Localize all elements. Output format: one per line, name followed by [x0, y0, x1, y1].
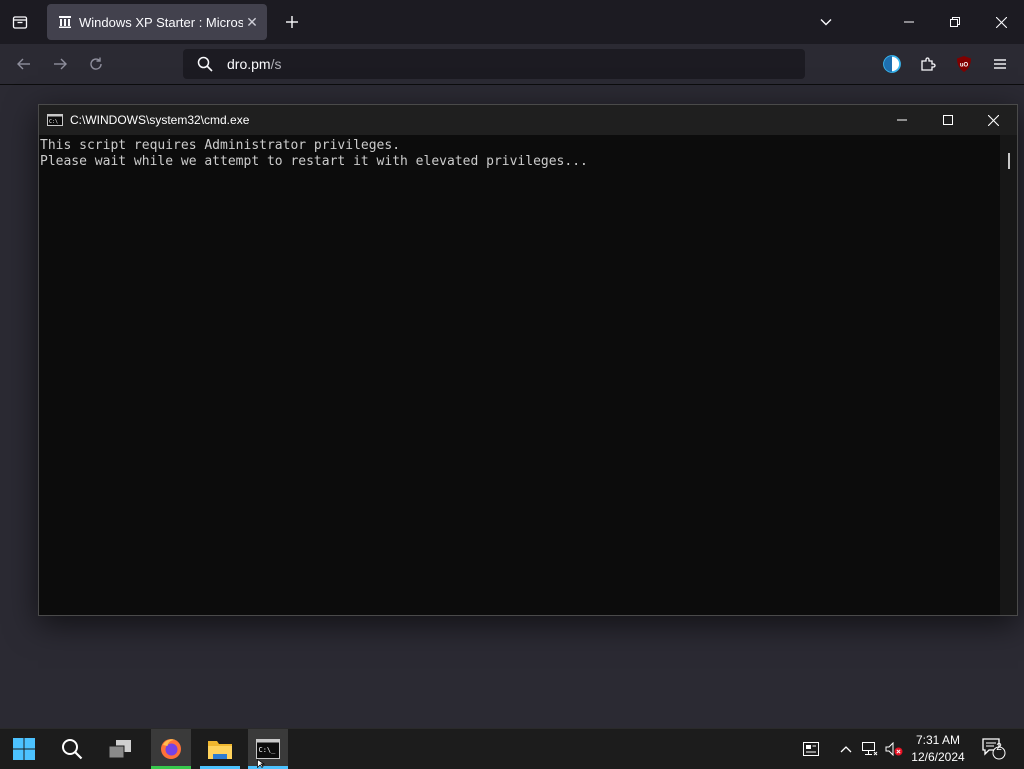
restore-icon — [950, 17, 960, 27]
minimize-icon — [897, 119, 907, 121]
reload-icon — [90, 57, 102, 70]
notification-count-badge: 2 — [996, 742, 1002, 753]
mouse-cursor-icon — [257, 759, 266, 768]
archive-site-icon — [57, 14, 73, 30]
console-output: This script requires Administrator privi… — [40, 138, 999, 170]
minimize-icon — [904, 21, 914, 23]
cmd-title: C:\WINDOWS\system32\cmd.exe — [70, 113, 250, 127]
browser-minimize-button[interactable] — [886, 0, 932, 44]
search-icon — [195, 54, 215, 74]
close-icon — [995, 16, 1007, 28]
forward-arrow-icon — [54, 58, 67, 70]
volume-button[interactable] — [884, 729, 904, 769]
hamburger-menu-icon — [994, 59, 1006, 69]
ublock-origin-button[interactable]: uO — [950, 50, 978, 78]
url-domain: dro.pm — [227, 56, 271, 72]
taskbar-firefox[interactable] — [151, 729, 191, 769]
taskbar: C:\_ 7:31 AM 12/6/2024 2 — [0, 728, 1024, 769]
new-tab-button[interactable] — [278, 8, 306, 36]
clock-time: 7:31 AM — [915, 733, 961, 747]
start-button[interactable] — [4, 729, 44, 769]
app-menu-button[interactable] — [986, 50, 1014, 78]
taskbar-cmd[interactable]: C:\_ — [248, 729, 288, 769]
svg-text:uO: uO — [960, 63, 969, 69]
network-icon — [862, 742, 878, 756]
chevron-up-icon — [840, 746, 852, 753]
cmd-app-icon: C:\ — [47, 114, 63, 126]
back-button[interactable] — [10, 50, 38, 78]
tab-title: Windows XP Starter : Microsoft — [79, 14, 243, 30]
cmd-maximize-button[interactable] — [925, 105, 971, 135]
news-widget-icon — [803, 742, 819, 756]
taskbar-clock[interactable]: 7:31 AM 12/6/2024 — [902, 732, 974, 766]
scrollbar-thumb[interactable] — [1008, 153, 1010, 169]
dark-reader-button[interactable] — [878, 50, 906, 78]
maximize-icon — [943, 115, 953, 125]
reload-button[interactable] — [82, 50, 110, 78]
network-status-button[interactable] — [860, 729, 880, 769]
contrast-icon — [883, 55, 901, 73]
tab-strip: Windows XP Starter : Microsoft ✕ — [0, 0, 1024, 44]
url-text[interactable]: dro.pm/s — [227, 56, 281, 72]
firefox-view-button[interactable] — [6, 8, 34, 36]
windows-logo-icon — [13, 738, 35, 760]
browser-close-button[interactable] — [978, 0, 1024, 44]
back-arrow-icon — [17, 58, 30, 70]
console-scrollbar[interactable] — [1000, 135, 1017, 615]
url-path: /s — [270, 56, 282, 72]
tab-close-icon[interactable]: ✕ — [243, 13, 261, 31]
extensions-button[interactable] — [914, 50, 942, 78]
chevron-down-icon — [820, 19, 832, 26]
cmd-window: C:\ C:\WINDOWS\system32\cmd.exe This scr… — [38, 104, 1018, 616]
tray-widgets-button[interactable] — [800, 729, 822, 769]
cmd-close-button[interactable] — [970, 105, 1016, 135]
browser-restore-button[interactable] — [932, 0, 978, 44]
cmd-taskbar-icon: C:\_ — [256, 739, 280, 759]
task-view-icon — [108, 740, 131, 759]
taskbar-file-explorer[interactable] — [200, 729, 240, 769]
taskbar-search-button[interactable] — [52, 729, 92, 769]
folder-icon — [208, 741, 232, 759]
task-view-button[interactable] — [100, 729, 140, 769]
puzzle-icon — [921, 57, 936, 71]
speaker-muted-icon — [885, 742, 903, 756]
firefox-view-icon — [12, 16, 28, 29]
address-bar[interactable]: dro.pm/s — [183, 49, 805, 79]
ublock-shield-icon: uO — [957, 56, 971, 72]
tab-active[interactable]: Windows XP Starter : Microsoft ✕ — [47, 4, 267, 40]
list-all-tabs-button[interactable] — [812, 8, 840, 36]
firefox-icon — [161, 739, 181, 759]
plus-icon — [286, 16, 298, 28]
cmd-title-bar[interactable]: C:\ C:\WINDOWS\system32\cmd.exe — [39, 105, 1017, 135]
show-hidden-icons-button[interactable] — [836, 729, 856, 769]
search-icon — [62, 739, 83, 760]
console-output-area[interactable]: This script requires Administrator privi… — [39, 135, 999, 615]
forward-button[interactable] — [46, 50, 74, 78]
clock-date: 12/6/2024 — [911, 750, 965, 764]
notification-center-button[interactable]: 2 — [980, 729, 1008, 769]
cmd-minimize-button[interactable] — [879, 105, 925, 135]
svg-text:C:\_: C:\_ — [259, 746, 277, 754]
console-line: This script requires Administrator privi… — [40, 138, 401, 153]
console-line: Please wait while we attempt to restart … — [40, 154, 588, 169]
navigation-toolbar: dro.pm/s uO — [0, 44, 1024, 85]
close-icon — [987, 114, 999, 126]
svg-text:C:\: C:\ — [49, 119, 58, 125]
